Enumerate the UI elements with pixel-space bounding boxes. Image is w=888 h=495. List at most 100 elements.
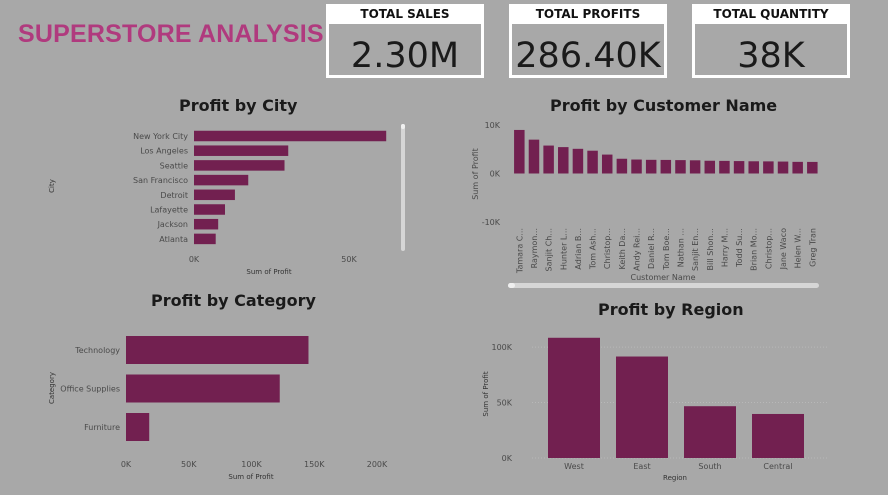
x-tick-label: Adrian B... <box>574 228 583 270</box>
x-tick-label: Christop... <box>603 228 612 269</box>
x-tick-label: East <box>633 462 650 471</box>
y-tick-label: -10K <box>482 218 501 227</box>
bar <box>601 154 613 174</box>
category-tick-label: San Francisco <box>133 176 188 185</box>
bar <box>763 161 774 174</box>
bar <box>194 233 216 245</box>
kpi-card-total-profits: TOTAL PROFITS 286.40K <box>509 4 667 78</box>
x-axis-label: Region <box>663 474 687 482</box>
bar <box>733 161 745 174</box>
y-tick-label: 10K <box>485 121 501 130</box>
bar <box>194 130 387 142</box>
x-tick-label: Daniel R... <box>647 228 656 269</box>
scrollbar-thumb[interactable] <box>508 283 515 288</box>
x-tick-label: Sanjit Ch... <box>545 228 554 271</box>
x-tick-label: South <box>698 462 721 471</box>
y-tick-label: 0K <box>490 170 501 179</box>
bar <box>194 204 225 215</box>
x-tick-label: Tom Boe... <box>662 228 671 271</box>
bar <box>675 160 686 174</box>
bar <box>689 160 701 174</box>
kpi-value: 2.30M <box>350 36 460 76</box>
bar <box>807 161 818 174</box>
chart-title-profit-by-region: Profit by Region <box>598 300 744 319</box>
x-axis-label: Sum of Profit <box>246 268 291 276</box>
x-tick-label: Andy Rei... <box>633 228 642 271</box>
x-tick-label: Tom Ash... <box>589 228 598 270</box>
bar <box>528 139 540 174</box>
bar <box>748 161 759 174</box>
y-axis-label: Sum of Profit <box>482 371 490 416</box>
bar <box>777 161 789 174</box>
y-tick-label: 100K <box>491 343 512 352</box>
x-tick-label: West <box>564 462 584 471</box>
profit-by-category-chart: Technology Office Supplies Furniture 0K 50K 1… <box>48 336 388 481</box>
x-tick-label: Harry M... <box>720 228 729 267</box>
category-tick-label: Furniture <box>84 423 120 432</box>
x-tick-label: 100K <box>241 460 262 469</box>
y-axis-label: Category <box>48 372 56 404</box>
kpi-value: 286.40K <box>515 36 661 76</box>
bar <box>704 160 716 174</box>
customer-chart-scrollbar[interactable] <box>508 283 819 288</box>
x-tick-label: Central <box>763 462 792 471</box>
bar <box>792 161 803 174</box>
profit-by-customer-chart: 10K 0K -10K Tamara C... Raymon... Sanjit Ch..… <box>471 121 818 282</box>
x-tick-label: Sanjit En... <box>691 228 700 271</box>
bar <box>194 174 249 186</box>
bar <box>616 356 668 458</box>
profit-by-city-chart: New York City Los Angeles Seattle San Franc… <box>48 130 387 276</box>
bar <box>194 218 219 230</box>
bar <box>126 413 150 441</box>
kpi-value: 38K <box>737 36 805 76</box>
profit-by-region-chart: 100K 50K 0K West East South Central Region Sum o… <box>482 337 828 482</box>
chart-title-profit-by-city: Profit by City <box>179 96 298 115</box>
bar <box>572 148 584 174</box>
x-tick-label: 50K <box>341 255 357 264</box>
x-tick-label: Greg Tran <box>808 228 817 267</box>
category-tick-label: Jackson <box>157 220 188 229</box>
x-tick-label: Hunter L... <box>559 228 568 270</box>
bar <box>684 406 736 458</box>
bar <box>514 129 525 174</box>
scrollbar-thumb[interactable] <box>401 124 405 129</box>
bar <box>558 147 569 174</box>
category-tick-label: Atlanta <box>159 235 188 244</box>
x-axis-label: Customer Name <box>630 273 695 282</box>
y-axis-label: Sum of Profit <box>471 148 480 200</box>
x-tick-label: 150K <box>304 460 325 469</box>
bar <box>645 159 657 174</box>
x-axis-label: Sum of Profit <box>228 473 273 481</box>
x-tick-label: Todd Su... <box>735 228 744 268</box>
x-tick-label: Christop... <box>764 228 773 269</box>
chart-title-profit-by-category: Profit by Category <box>151 291 316 310</box>
x-tick-label: Nathan ... <box>676 228 685 267</box>
dashboard-title: SUPERSTORE ANALYSIS <box>18 20 324 48</box>
category-tick-label: Technology <box>74 346 120 355</box>
y-tick-label: 0K <box>502 454 513 463</box>
category-tick-label: Detroit <box>160 191 188 200</box>
category-tick-label: New York City <box>133 132 188 141</box>
x-tick-label: 0K <box>189 255 200 264</box>
bar <box>660 159 672 174</box>
x-tick-label: Tamara C... <box>515 228 524 274</box>
bar <box>194 160 285 171</box>
category-tick-label: Los Angeles <box>140 147 188 156</box>
bar <box>587 150 598 174</box>
x-tick-label: Helen W... <box>794 228 803 268</box>
x-tick-label: Bill Shon... <box>706 228 715 270</box>
x-tick-label: Raymon... <box>530 228 539 268</box>
kpi-label: TOTAL QUANTITY <box>695 7 847 24</box>
bar <box>752 413 804 458</box>
city-chart-scrollbar[interactable] <box>401 124 405 251</box>
bar <box>548 337 600 458</box>
x-tick-label: Brian Mo... <box>750 228 759 271</box>
x-tick-label: 50K <box>181 460 197 469</box>
chart-title-profit-by-customer: Profit by Customer Name <box>550 96 778 115</box>
kpi-label: TOTAL PROFITS <box>512 7 664 24</box>
bar <box>126 374 280 403</box>
bar <box>631 159 642 174</box>
x-tick-label: Keith Da... <box>618 228 627 269</box>
kpi-card-total-sales: TOTAL SALES 2.30M <box>326 4 484 78</box>
x-tick-label: Jane Waco <box>779 228 788 270</box>
